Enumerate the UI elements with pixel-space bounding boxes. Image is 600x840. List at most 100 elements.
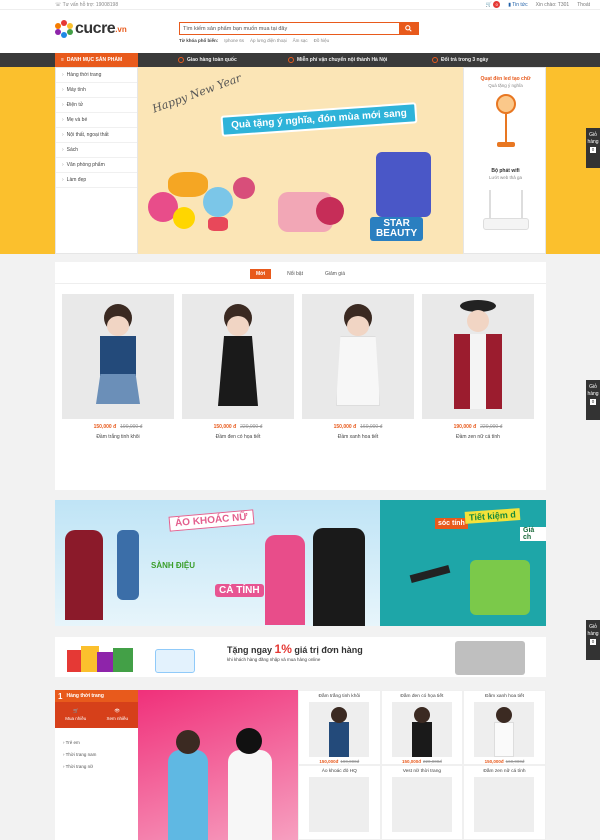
stylish-label: SÀNH ĐIỆU [151, 561, 196, 570]
promo-subtitle: Quà tặng ý nghĩa [488, 83, 523, 88]
sidebar-item-books[interactable]: › Sách [56, 143, 137, 158]
product-old-price: 220,000 đ [480, 424, 503, 430]
feature-return: Đổi trả trong 3 ngày [432, 57, 488, 63]
product-image[interactable] [62, 294, 174, 419]
projector-toy-image [376, 152, 431, 217]
feature-label: Đổi trả trong 3 ngày [441, 57, 489, 63]
news-link[interactable]: ▮ Tin tức [508, 2, 527, 8]
keyword-link[interactable]: Đồ hiệu [314, 38, 330, 43]
product-card[interactable]: Vest nữ thời trang [380, 765, 464, 840]
product-price: 190,000 đ [453, 424, 477, 430]
product-name[interactable]: Đầm xanh hoa tiết [464, 691, 545, 699]
product-card[interactable]: Đầm xanh hoa tiết 150,000đ 160,000đ [463, 690, 546, 765]
category-banner[interactable]: ÁO KHOÁC NỮ SÀNH ĐIỆU CÁ TÍNH sóc tính T… [55, 500, 546, 626]
product-name[interactable]: Đầm zen nữ cá tính [422, 434, 534, 440]
product-image[interactable] [474, 777, 535, 832]
top-links: 🛒 0 ▮ Tin tức Xin chào: T301 Thoát [486, 1, 590, 8]
promo-wifi[interactable]: Bộ phát wifi Lướt web thả ga [464, 168, 547, 235]
menu-icon: ≡ [61, 57, 64, 63]
sidebar-item-fashion[interactable]: › Hàng thời trang [56, 68, 137, 83]
floating-cart[interactable]: Giỏ hàng 0 [586, 128, 600, 168]
category-menu-button[interactable]: ≡ DANH MỤC SẢN PHẨM [55, 53, 138, 67]
sidebar-item-beauty[interactable]: › Làm đẹp [56, 173, 137, 188]
site-logo[interactable]: cucre .vn [55, 20, 127, 38]
sidebar-item-furniture[interactable]: › Nội thất, ngoại thất [56, 128, 137, 143]
subcategory-link[interactable]: › Trẻ em [63, 740, 138, 752]
keyword-link[interactable]: Áp lưng điện thoại [250, 38, 287, 43]
most-bought-button[interactable]: 🛒 Mua nhiều [55, 702, 97, 728]
search-button[interactable] [399, 23, 418, 34]
product-card[interactable]: 150,000 đ 190,000 đ Đầm trắng tinh khôi [62, 294, 174, 444]
promo-led-fan[interactable]: Quạt đèn led tạo chữ Quà tặng ý nghĩa [464, 76, 547, 149]
fashion-section: 1 Hàng thời trang 🛒 Mua nhiều 👁 Xem nhiều ›… [55, 690, 546, 840]
product-card[interactable]: Áo khoác đỏ HQ [298, 765, 381, 840]
keywords-label: Từ khóa phổ biến: [179, 38, 219, 43]
sidebar-item-stationery[interactable]: › Văn phòng phẩm [56, 158, 137, 173]
product-image[interactable] [309, 777, 370, 832]
product-card[interactable]: 190,000 đ 220,000 đ Đầm zen nữ cá tính [422, 294, 534, 444]
feature-free-ship: Miễn phí vận chuyển nội thành Hà Nội [288, 57, 387, 63]
section-number: 1 [58, 691, 63, 701]
promo-strip[interactable]: Tặng ngay 1% giá trị đơn hàng khi khách … [55, 637, 546, 677]
product-image[interactable] [391, 702, 452, 757]
keyword-link[interactable]: Iphone 6s [224, 38, 244, 43]
promo-subtext: khi khách hàng đăng nhập và mua hàng onl… [227, 657, 321, 662]
product-image[interactable] [302, 294, 414, 419]
section-filter-buttons: 🛒 Mua nhiều 👁 Xem nhiều [55, 702, 138, 728]
product-price: 150,000 đ [213, 424, 237, 430]
hero-banner[interactable]: Happy New Year Quà tặng ý nghĩa, đón mùa… [138, 67, 463, 254]
price-label: Giá ch [520, 527, 546, 541]
product-price: 150,000 đ [333, 424, 357, 430]
cart-icon[interactable]: 🛒 0 [486, 1, 501, 8]
sidebar-item-mother-baby[interactable]: › Mẹ và bé [56, 113, 137, 128]
product-name[interactable]: Đầm trắng tinh khôi [299, 691, 380, 699]
product-name[interactable]: Đầm trắng tinh khôi [62, 434, 174, 440]
tab-featured[interactable]: Nổi bật [281, 269, 309, 279]
feature-label: Giao hàng toàn quốc [187, 57, 237, 63]
fashion-sidebar: 1 Hàng thời trang 🛒 Mua nhiều 👁 Xem nhiều ›… [55, 690, 138, 840]
product-grid: 150,000 đ 190,000 đ Đầm trắng tinh khôi 1… [62, 294, 534, 444]
subcategory-links: › Trẻ em › Thời trang nam › Thời trang n… [55, 728, 138, 776]
product-image[interactable] [309, 702, 370, 757]
subcategory-link[interactable]: › Thời trang nam [63, 752, 138, 764]
star-beauty-label: STAR BEAUTY [370, 217, 424, 241]
tab-new[interactable]: Mới [250, 269, 272, 279]
tab-sale[interactable]: Giảm giá [319, 269, 351, 279]
fashion-banner[interactable] [138, 690, 298, 840]
subcategory-link[interactable]: › Thời trang nữ [63, 764, 138, 776]
category-menu-label: DANH MỤC SẢN PHẨM [66, 57, 123, 63]
section-header[interactable]: 1 Hàng thời trang [55, 690, 138, 702]
feature-label: Miễn phí vận chuyển nội thành Hà Nội [297, 57, 388, 63]
search-icon [405, 25, 412, 32]
product-image[interactable] [422, 294, 534, 419]
most-viewed-button[interactable]: 👁 Xem nhiều [97, 702, 139, 728]
product-card[interactable]: 150,000 đ 220,000 đ Đầm đen có họa tiết [182, 294, 294, 444]
product-card[interactable]: Đầm zen nữ cá tính [463, 765, 546, 840]
logout-link[interactable]: Thoát [577, 2, 590, 8]
sidebar-item-electronics[interactable]: › Điện tử [56, 98, 137, 113]
product-name[interactable]: Áo khoác đỏ HQ [299, 766, 380, 774]
product-old-price: 160,000 đ [360, 424, 383, 430]
product-image[interactable] [474, 702, 535, 757]
product-image[interactable] [391, 777, 452, 832]
product-name[interactable]: Đầm đen có họa tiết [182, 434, 294, 440]
product-card[interactable]: 150,000 đ 160,000 đ Đầm xanh hoa tiết [302, 294, 414, 444]
product-name[interactable]: Đầm đen có họa tiết [382, 691, 463, 699]
keyword-link[interactable]: Ấm sạc [293, 38, 308, 43]
hotline-label: Tư vấn hỗ trợ: 19008198 [62, 2, 119, 8]
product-name[interactable]: Đầm zen nữ cá tính [464, 766, 545, 774]
product-card[interactable]: Đầm đen có họa tiết 150,000đ 220,000đ [380, 690, 464, 765]
product-name[interactable]: Đầm xanh hoa tiết [302, 434, 414, 440]
eye-icon: 👁 [114, 708, 121, 713]
floating-cart[interactable]: Giỏ hàng 0 [586, 380, 600, 420]
search-input[interactable]: Tìm kiếm sản phẩm bạn muốn mua tại đây [183, 26, 287, 32]
flower-image [316, 197, 344, 225]
product-card[interactable]: Đầm trắng tinh khôi 150,000đ 190,000đ [298, 690, 381, 765]
product-image[interactable] [182, 294, 294, 419]
personality-label: CÁ TÍNH [215, 584, 264, 597]
sidebar-item-computers[interactable]: › Máy tính [56, 83, 137, 98]
product-name[interactable]: Vest nữ thời trang [382, 766, 463, 774]
cart-icon: 🛒 [72, 708, 79, 713]
floating-cart[interactable]: Giỏ hàng 0 [586, 620, 600, 660]
return-icon [432, 57, 438, 63]
